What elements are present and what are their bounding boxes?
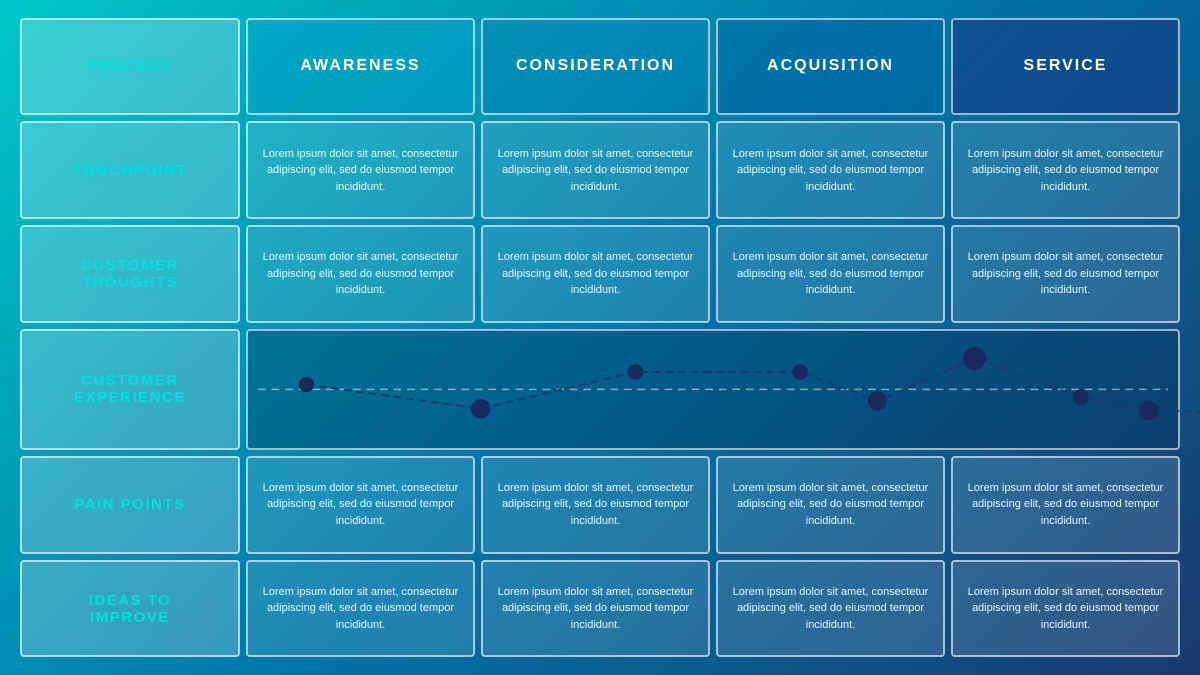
touchpoint-label: TOUCHPOINT [73, 162, 187, 179]
touchpoint-service-text: Lorem ipsum dolor sit amet, consectetur … [963, 146, 1168, 196]
acquisition-header: ACQUISITION [716, 18, 945, 116]
touchpoint-acquisition: Lorem ipsum dolor sit amet, consectetur … [716, 121, 945, 219]
customer-thoughts-awareness-text: Lorem ipsum dolor sit amet, consectetur … [258, 249, 463, 299]
customer-experience-label: CUSTOMER EXPERIENCE [74, 372, 186, 406]
awareness-header: AWARENESS [246, 18, 475, 116]
pain-points-service-text: Lorem ipsum dolor sit amet, consectetur … [963, 480, 1168, 530]
pain-points-consideration: Lorem ipsum dolor sit amet, consectetur … [481, 456, 710, 554]
customer-thoughts-consideration: Lorem ipsum dolor sit amet, consectetur … [481, 225, 710, 323]
pain-points-acquisition: Lorem ipsum dolor sit amet, consectetur … [716, 456, 945, 554]
ideas-to-improve-acquisition-text: Lorem ipsum dolor sit amet, consectetur … [728, 584, 933, 634]
ideas-to-improve-service: Lorem ipsum dolor sit amet, consectetur … [951, 560, 1180, 658]
ideas-to-improve-service-text: Lorem ipsum dolor sit amet, consectetur … [963, 584, 1168, 634]
main-grid: PROCESS AWARENESS CONSIDERATION ACQUISIT… [20, 18, 1180, 658]
customer-experience-row-label: CUSTOMER EXPERIENCE [20, 329, 240, 450]
customer-experience-chart [246, 329, 1180, 450]
customer-thoughts-service: Lorem ipsum dolor sit amet, consectetur … [951, 225, 1180, 323]
experience-svg [258, 341, 1168, 438]
customer-thoughts-service-text: Lorem ipsum dolor sit amet, consectetur … [963, 249, 1168, 299]
touchpoint-awareness-text: Lorem ipsum dolor sit amet, consectetur … [258, 146, 463, 196]
pain-points-consideration-text: Lorem ipsum dolor sit amet, consectetur … [493, 480, 698, 530]
customer-thoughts-consideration-text: Lorem ipsum dolor sit amet, consectetur … [493, 249, 698, 299]
process-label: PROCESS [88, 58, 172, 75]
pain-points-row-label: PAIN POINTS [20, 456, 240, 554]
pain-points-awareness-text: Lorem ipsum dolor sit amet, consectetur … [258, 480, 463, 530]
process-header: PROCESS [20, 18, 240, 116]
touchpoint-row-label: TOUCHPOINT [20, 121, 240, 219]
pain-points-acquisition-text: Lorem ipsum dolor sit amet, consectetur … [728, 480, 933, 530]
ideas-to-improve-label: IDEAS TO IMPROVE [89, 592, 172, 626]
pain-points-service: Lorem ipsum dolor sit amet, consectetur … [951, 456, 1180, 554]
acquisition-label: ACQUISITION [767, 57, 894, 75]
ideas-to-improve-consideration: Lorem ipsum dolor sit amet, consectetur … [481, 560, 710, 658]
consideration-header: CONSIDERATION [481, 18, 710, 116]
ideas-to-improve-acquisition: Lorem ipsum dolor sit amet, consectetur … [716, 560, 945, 658]
customer-thoughts-acquisition-text: Lorem ipsum dolor sit amet, consectetur … [728, 249, 933, 299]
touchpoint-awareness: Lorem ipsum dolor sit amet, consectetur … [246, 121, 475, 219]
customer-thoughts-awareness: Lorem ipsum dolor sit amet, consectetur … [246, 225, 475, 323]
pain-points-awareness: Lorem ipsum dolor sit amet, consectetur … [246, 456, 475, 554]
touchpoint-consideration: Lorem ipsum dolor sit amet, consectetur … [481, 121, 710, 219]
customer-thoughts-acquisition: Lorem ipsum dolor sit amet, consectetur … [716, 225, 945, 323]
service-label: SERVICE [1024, 57, 1108, 75]
ideas-to-improve-consideration-text: Lorem ipsum dolor sit amet, consectetur … [493, 584, 698, 634]
customer-thoughts-label: CUSTOMER THOUGHTS [81, 257, 179, 291]
awareness-label: AWARENESS [300, 57, 420, 75]
ideas-to-improve-row-label: IDEAS TO IMPROVE [20, 560, 240, 658]
touchpoint-service: Lorem ipsum dolor sit amet, consectetur … [951, 121, 1180, 219]
pain-points-label: PAIN POINTS [74, 496, 185, 513]
ideas-to-improve-awareness: Lorem ipsum dolor sit amet, consectetur … [246, 560, 475, 658]
touchpoint-consideration-text: Lorem ipsum dolor sit amet, consectetur … [493, 146, 698, 196]
service-header: SERVICE [951, 18, 1180, 116]
touchpoint-acquisition-text: Lorem ipsum dolor sit amet, consectetur … [728, 146, 933, 196]
customer-thoughts-row-label: CUSTOMER THOUGHTS [20, 225, 240, 323]
ideas-to-improve-awareness-text: Lorem ipsum dolor sit amet, consectetur … [258, 584, 463, 634]
consideration-label: CONSIDERATION [516, 57, 675, 75]
